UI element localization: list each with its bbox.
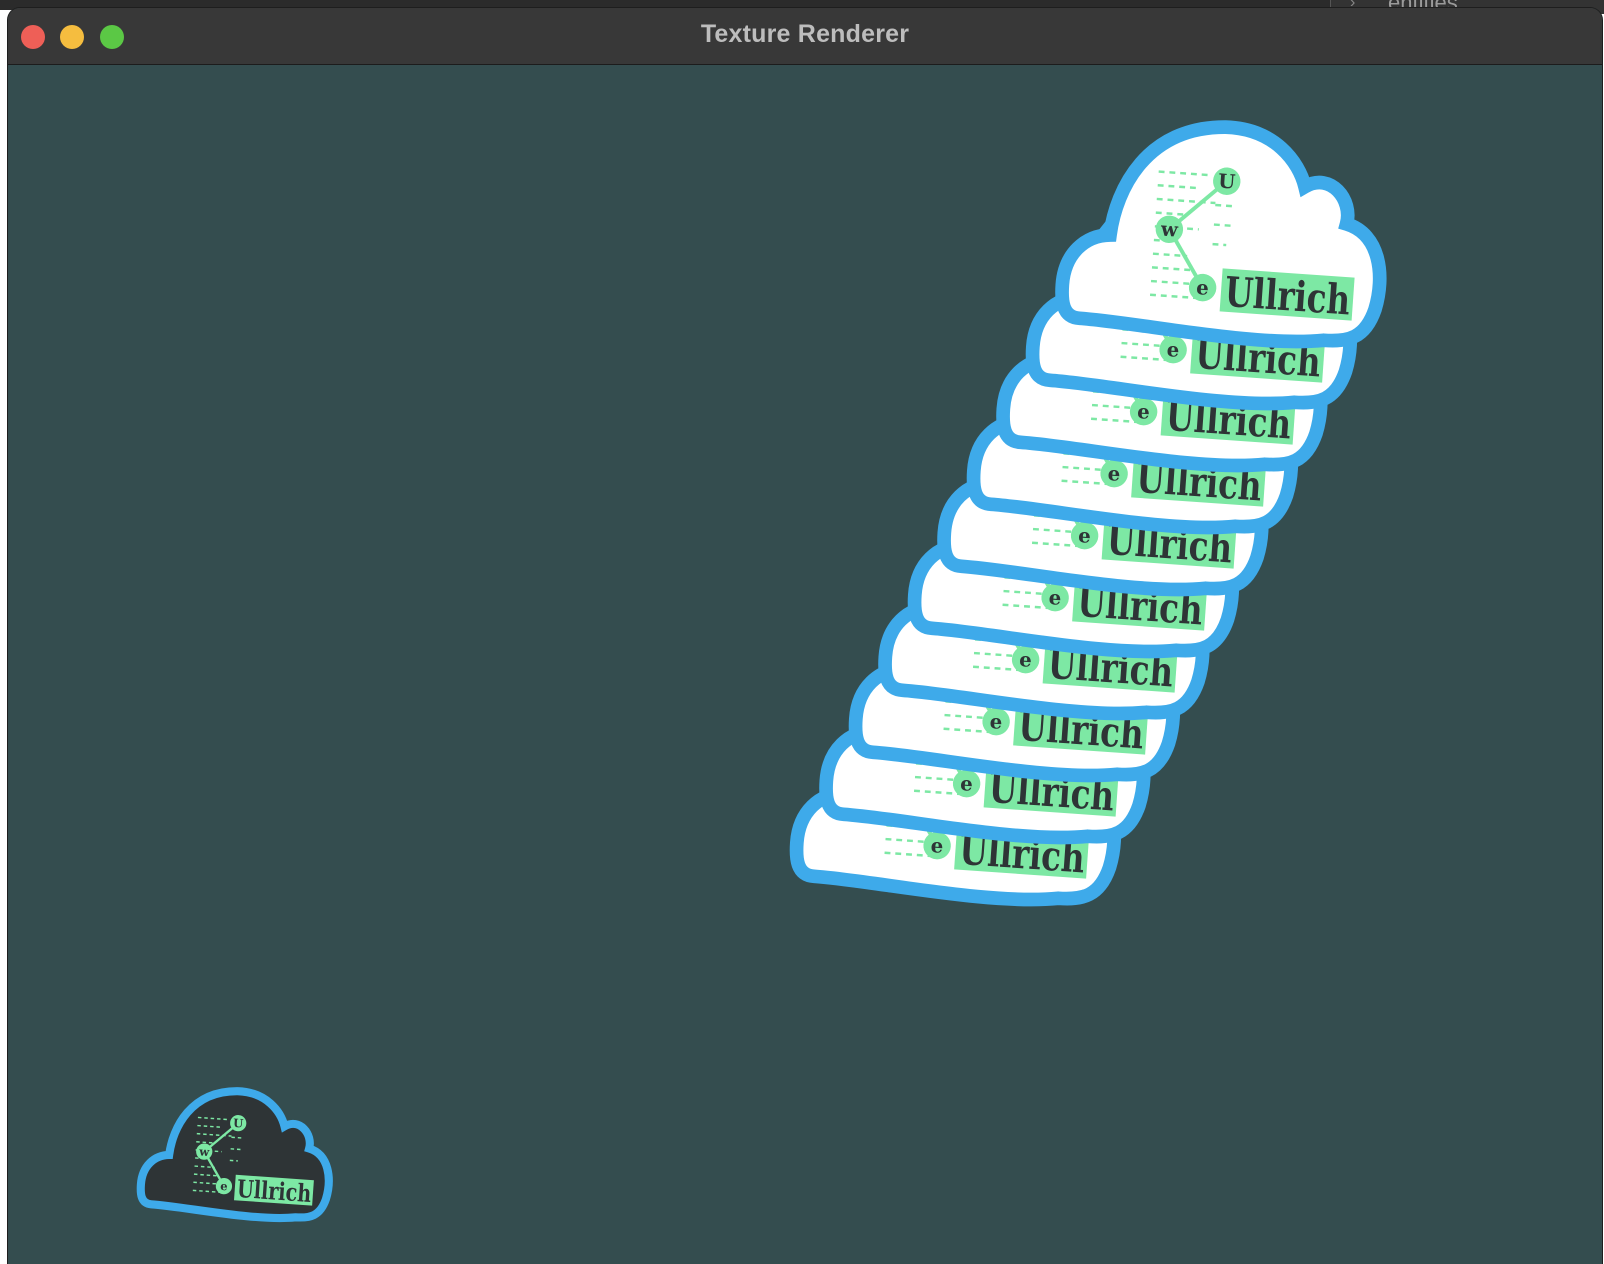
graph-node-letter: e [1019, 648, 1033, 672]
render-canvas: UweUllrichUweUllrichUweUllrichUweUllrich… [8, 65, 1602, 1264]
graph-node-letter: e [1166, 338, 1180, 362]
brand-text: Ullrich [1223, 267, 1352, 325]
graph-node-letter: e [930, 834, 944, 858]
graph-node-letter: e [220, 1179, 228, 1193]
logo-sprite-dark: Uw e Ullrich [139, 1085, 334, 1222]
sprite-stack: UweUllrichUweUllrichUweUllrichUweUllrich… [794, 116, 1390, 906]
graph-node-letter: e [1078, 524, 1092, 548]
brand-text: Ullrich [236, 1174, 312, 1208]
graph-node-letter: e [1196, 276, 1210, 300]
title-bar[interactable]: Texture Renderer [8, 8, 1602, 65]
graph-node-letter: e [989, 710, 1003, 734]
render-viewport[interactable]: UweUllrichUweUllrichUweUllrichUweUllrich… [8, 65, 1602, 1264]
graph-node-letter: e [1137, 400, 1151, 424]
graph-node-letter: e [1107, 462, 1121, 486]
logo-sprite: Uw e Ullrich [1059, 116, 1389, 348]
texture-renderer-window: Texture Renderer UweUllrichUweUllrichUwe… [8, 8, 1602, 1264]
graph-node-letter: w [1159, 218, 1180, 242]
graph-node-letter: U [233, 1116, 244, 1131]
window-title: Texture Renderer [700, 20, 910, 48]
graph-node-letter: w [198, 1144, 211, 1159]
small-dark-sprite: Uw e Ullrich [139, 1085, 334, 1222]
graph-node-letter: e [1048, 586, 1062, 610]
graph-node-letter: U [1217, 170, 1236, 194]
graph-node-letter: e [960, 772, 974, 796]
